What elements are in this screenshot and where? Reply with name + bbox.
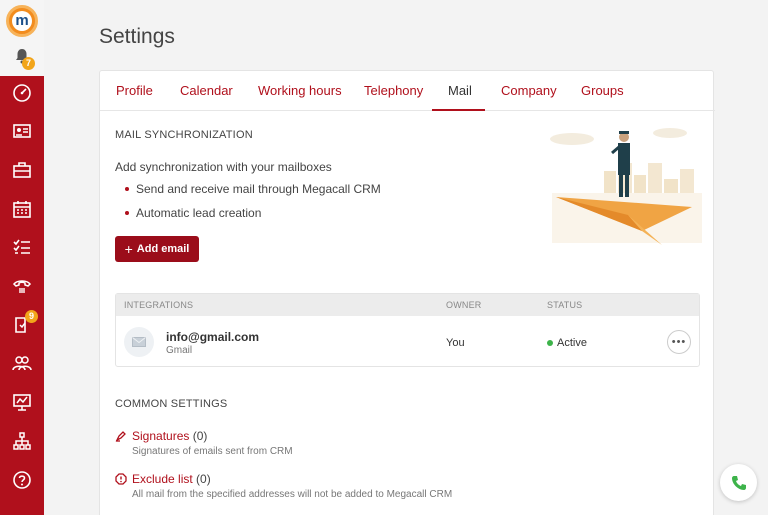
logo-inner: m [12, 11, 32, 31]
bullet-dot [125, 211, 129, 215]
integration-email: info@gmail.com [166, 330, 260, 344]
mail-sync-bullet: Automatic lead creation [136, 206, 262, 220]
paper-plane-illustration [550, 128, 702, 245]
add-email-button[interactable]: + Add email [115, 236, 199, 262]
sidebar-item-structure[interactable] [0, 422, 44, 460]
integration-owner: You [446, 337, 465, 349]
calendar-icon [13, 201, 31, 218]
exclude-list-description: All mail from the specified addresses wi… [132, 489, 453, 500]
exclude-list-label: Exclude list [132, 472, 193, 486]
signatures-label: Signatures [132, 429, 190, 443]
users-icon [12, 356, 32, 371]
structure-icon [13, 432, 31, 450]
exclude-list-count: (0) [196, 472, 211, 486]
signatures-link[interactable]: Signatures (0) [132, 429, 207, 443]
dashboard-icon [13, 84, 31, 102]
sidebar-item-users[interactable] [0, 344, 44, 382]
sidebar-item-analytics[interactable] [0, 383, 44, 421]
more-options-button[interactable]: ••• [667, 330, 691, 354]
integrations-table: INTEGRATIONS OWNER STATUS info@gmail.com… [115, 293, 700, 367]
sidebar-item-help[interactable] [0, 461, 44, 499]
sidebar-item-contacts[interactable] [0, 112, 44, 150]
bullet-dot [125, 187, 129, 191]
signature-pen-icon [115, 431, 126, 442]
tab-mail[interactable]: Mail [448, 83, 472, 111]
settings-card: Profile Calendar Working hours Telephony… [99, 70, 715, 515]
telephony-icon [13, 280, 31, 293]
common-settings-title: COMMON SETTINGS [115, 398, 228, 410]
exclude-warning-icon [115, 473, 127, 485]
page-title: Settings [99, 25, 175, 48]
column-status: STATUS [547, 300, 583, 310]
sidebar-item-calendar[interactable] [0, 190, 44, 228]
column-owner: OWNER [446, 300, 482, 310]
plus-icon: + [124, 241, 133, 257]
tab-company[interactable]: Company [501, 83, 557, 111]
call-button[interactable] [720, 464, 757, 501]
mail-sync-title: MAIL SYNCHRONIZATION [115, 129, 253, 141]
add-email-label: Add email [136, 243, 190, 255]
sidebar: m 7 9 [0, 0, 44, 515]
signatures-count: (0) [192, 429, 208, 443]
contacts-icon [13, 124, 31, 138]
analytics-icon [13, 394, 31, 411]
documents-badge: 9 [25, 310, 38, 323]
active-tab-indicator [432, 109, 485, 111]
mail-avatar [124, 327, 154, 357]
settings-tabs: Profile Calendar Working hours Telephony… [100, 71, 715, 111]
signatures-description: Signatures of emails sent from CRM [132, 446, 293, 457]
help-icon [13, 471, 31, 489]
mail-sync-bullet: Send and receive mail through Megacall C… [136, 182, 381, 196]
sidebar-item-documents[interactable]: 9 [0, 306, 44, 344]
logo-letter: m [15, 12, 29, 29]
notifications-bell-icon[interactable]: 7 [13, 47, 35, 70]
sidebar-item-tasks[interactable] [0, 228, 44, 266]
table-header: INTEGRATIONS OWNER STATUS [116, 294, 699, 316]
sidebar-item-telephony[interactable] [0, 267, 44, 305]
logo[interactable]: m [6, 5, 38, 37]
briefcase-icon [13, 162, 31, 178]
envelope-icon [132, 337, 146, 347]
status-active-dot [547, 340, 553, 346]
exclude-list-link[interactable]: Exclude list (0) [132, 472, 211, 486]
tasks-icon [13, 239, 30, 254]
integration-provider: Gmail [166, 345, 193, 356]
phone-icon [731, 475, 746, 490]
tab-groups[interactable]: Groups [581, 83, 624, 111]
column-integrations: INTEGRATIONS [124, 300, 194, 310]
sidebar-item-deals[interactable] [0, 151, 44, 189]
tab-telephony[interactable]: Telephony [364, 83, 423, 111]
tab-profile[interactable]: Profile [116, 83, 153, 111]
sidebar-item-dashboard[interactable] [0, 74, 44, 112]
tab-working-hours[interactable]: Working hours [258, 83, 342, 111]
notification-badge: 7 [22, 57, 35, 70]
mail-sync-intro: Add synchronization with your mailboxes [115, 160, 332, 174]
sidebar-top: m 7 [0, 0, 44, 76]
status-badge: Active [557, 337, 587, 349]
tab-calendar[interactable]: Calendar [180, 83, 233, 111]
